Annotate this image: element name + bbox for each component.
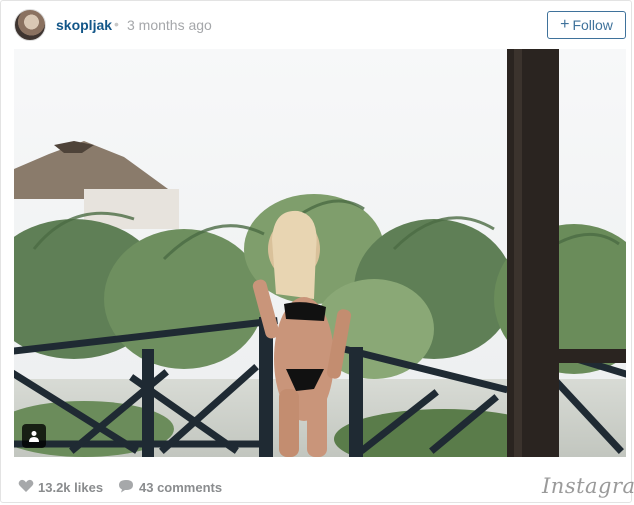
heart-icon: [18, 479, 34, 492]
follow-button[interactable]: + Follow: [547, 11, 626, 39]
likes-count: 13.2k likes: [38, 480, 104, 495]
post-header: skopljak • 3 months ago + Follow: [1, 1, 633, 49]
instagram-logo[interactable]: Instagram: [542, 474, 634, 498]
avatar[interactable]: [14, 9, 46, 41]
instagram-embed-card: skopljak • 3 months ago + Follow 13.2k l…: [0, 0, 634, 504]
username-link[interactable]: skopljak: [56, 17, 112, 33]
comments-count: 43 comments: [139, 480, 223, 495]
post-footer: 13.2k likes 43 comments Instagram: [1, 464, 634, 504]
plus-icon: +: [560, 16, 570, 33]
post-photo[interactable]: [14, 49, 626, 457]
follow-label: Follow: [572, 17, 613, 33]
tagged-users-button[interactable]: [22, 424, 46, 448]
comment-icon: [119, 480, 133, 493]
person-icon: [29, 431, 39, 442]
photo-illustration: [14, 49, 626, 457]
post-timestamp: 3 months ago: [127, 17, 212, 33]
separator-dot: •: [114, 16, 119, 32]
